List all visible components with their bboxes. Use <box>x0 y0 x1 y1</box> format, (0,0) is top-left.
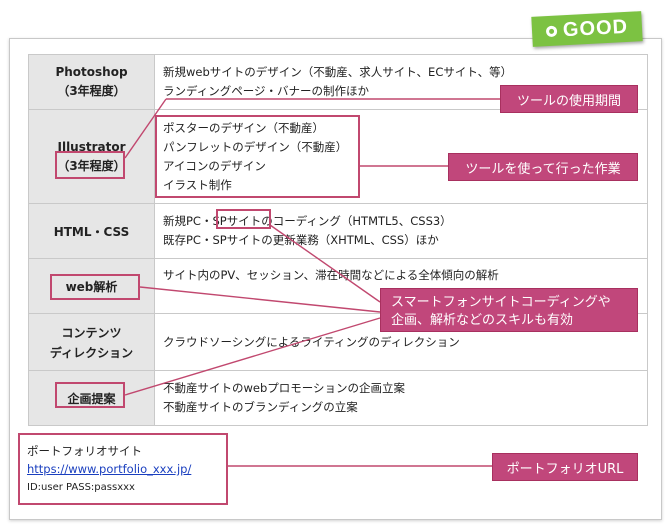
additional-skills-callout: スマートフォンサイトコーディングや 企画、解析などのスキルも有効 <box>380 288 638 332</box>
tool-work-callout-label: ツールを使って行った作業 <box>465 161 621 177</box>
connector-line <box>139 286 381 313</box>
connector-line <box>269 224 381 303</box>
connector-line <box>124 317 381 396</box>
portfolio-credentials: ID:user PASS:passxxx <box>27 482 135 493</box>
portfolio-link[interactable]: https://www.portfolio_xxx.jp/ <box>27 460 226 478</box>
tool-period-callout: ツールの使用期間 <box>500 85 638 113</box>
tool-work-callout: ツールを使って行った作業 <box>448 153 638 181</box>
portfolio-url-callout-label: ポートフォリオURL <box>506 461 624 477</box>
additional-skills-line: 企画、解析などのスキルも有効 <box>391 313 574 328</box>
tool-period-callout-label: ツールの使用期間 <box>516 93 621 109</box>
portfolio-box: ポートフォリオサイト https://www.portfolio_xxx.jp/… <box>18 433 228 505</box>
portfolio-title: ポートフォリオサイト <box>27 444 142 458</box>
connector-line <box>124 98 167 159</box>
portfolio-url-callout: ポートフォリオURL <box>492 453 638 481</box>
additional-skills-line: スマートフォンサイトコーディングや <box>391 295 611 310</box>
